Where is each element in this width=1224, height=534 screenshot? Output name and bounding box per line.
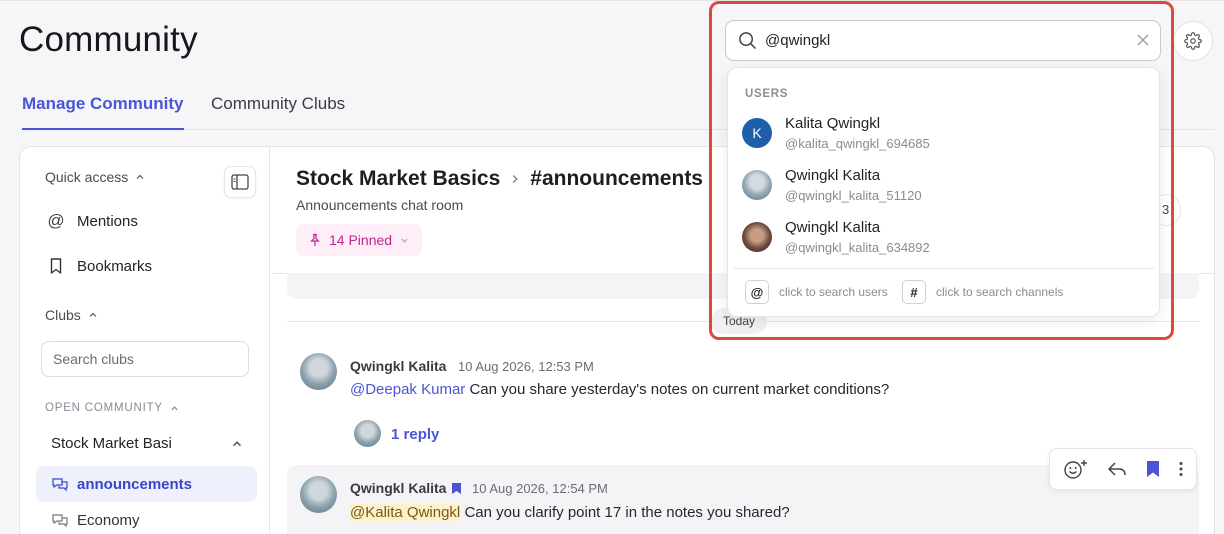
club-item-stock-market[interactable]: Stock Market Basi [51, 435, 172, 452]
channel-breadcrumb: Stock Market Basics #announcements [296, 167, 703, 191]
message-author[interactable]: Qwingkl Kalita [350, 480, 446, 496]
message-text: @Deepak Kumar Can you share yesterday's … [350, 381, 889, 398]
page-title: Community [19, 20, 198, 59]
search-clubs-input[interactable]: Search clubs [41, 341, 249, 377]
chat-bubbles-icon [52, 514, 68, 528]
tab-community-clubs[interactable]: Community Clubs [211, 94, 345, 128]
mention-link[interactable]: @Deepak Kumar [350, 381, 465, 398]
pinned-button[interactable]: 14 Pinned [296, 224, 423, 256]
community-page: Community Manage Community Community Clu… [0, 0, 1224, 534]
chevron-up-icon [136, 174, 144, 179]
bookmark-filled-icon [452, 482, 462, 494]
clubs-label: Clubs [45, 307, 81, 323]
channel-item-announcements[interactable]: announcements [36, 466, 257, 502]
channel-label: Economy [77, 511, 140, 529]
chevron-up-icon [89, 312, 97, 317]
avatar[interactable] [300, 476, 337, 513]
pinned-label: 14 Pinned [329, 232, 393, 248]
message-time: 10 Aug 2026, 12:54 PM [472, 481, 608, 496]
chevron-down-icon [401, 238, 408, 243]
search-highlight-frame [709, 1, 1174, 340]
mention-self[interactable]: @Kalita Qwingkl [350, 504, 461, 521]
channel-item-economy[interactable]: Economy [36, 502, 257, 534]
reply-count-link[interactable]: 1 reply [391, 426, 439, 443]
open-community-label: OPEN COMMUNITY [45, 402, 163, 414]
bookmark-filled-icon[interactable] [1145, 460, 1161, 478]
chevron-right-icon [512, 174, 519, 184]
open-community-toggle[interactable]: OPEN COMMUNITY [45, 402, 180, 414]
chat-bubbles-icon [52, 478, 68, 492]
reply-icon[interactable] [1106, 460, 1128, 478]
gear-icon [1184, 32, 1202, 50]
tab-manage-community[interactable]: Manage Community [22, 94, 184, 130]
pin-icon [310, 233, 320, 246]
sidebar-panel-icon [231, 174, 249, 190]
add-reaction-icon[interactable] [1063, 458, 1089, 480]
channel-label: announcements [77, 475, 193, 493]
chevron-up-icon[interactable] [230, 437, 244, 451]
bookmark-icon [50, 258, 62, 274]
quick-access-toggle[interactable]: Quick access [45, 169, 146, 185]
club-title[interactable]: Stock Market Basics [296, 167, 500, 191]
chevron-up-icon [171, 405, 178, 410]
sidebar: Quick access @ Mentions Bookmarks Clubs … [20, 147, 270, 534]
message-body: Can you clarify point 17 in the notes yo… [464, 504, 790, 521]
mentions-label: Mentions [77, 212, 138, 230]
message-author[interactable]: Qwingkl Kalita [350, 358, 446, 374]
clubs-toggle[interactable]: Clubs [45, 307, 99, 323]
sidebar-item-bookmarks[interactable]: Bookmarks [47, 257, 152, 275]
settings-button[interactable] [1173, 21, 1213, 61]
message-time: 10 Aug 2026, 12:53 PM [458, 359, 594, 374]
avatar[interactable] [300, 353, 337, 390]
channel-subtitle: Announcements chat room [296, 197, 464, 213]
at-sign-icon: @ [47, 211, 65, 230]
more-vertical-icon[interactable] [1178, 460, 1184, 478]
sidebar-item-mentions[interactable]: @ Mentions [47, 211, 138, 231]
quick-access-label: Quick access [45, 169, 129, 185]
message-author-row: Qwingkl Kalita [350, 480, 462, 496]
reply-avatar [354, 420, 381, 447]
channel-title: #announcements [530, 167, 703, 190]
message-text: @Kalita Qwingkl Can you clarify point 17… [350, 504, 790, 521]
message-body: Can you share yesterday's notes on curre… [469, 381, 890, 398]
message-action-bar [1049, 448, 1197, 490]
collapse-sidebar-button[interactable] [224, 166, 256, 198]
bookmarks-label: Bookmarks [77, 257, 153, 275]
